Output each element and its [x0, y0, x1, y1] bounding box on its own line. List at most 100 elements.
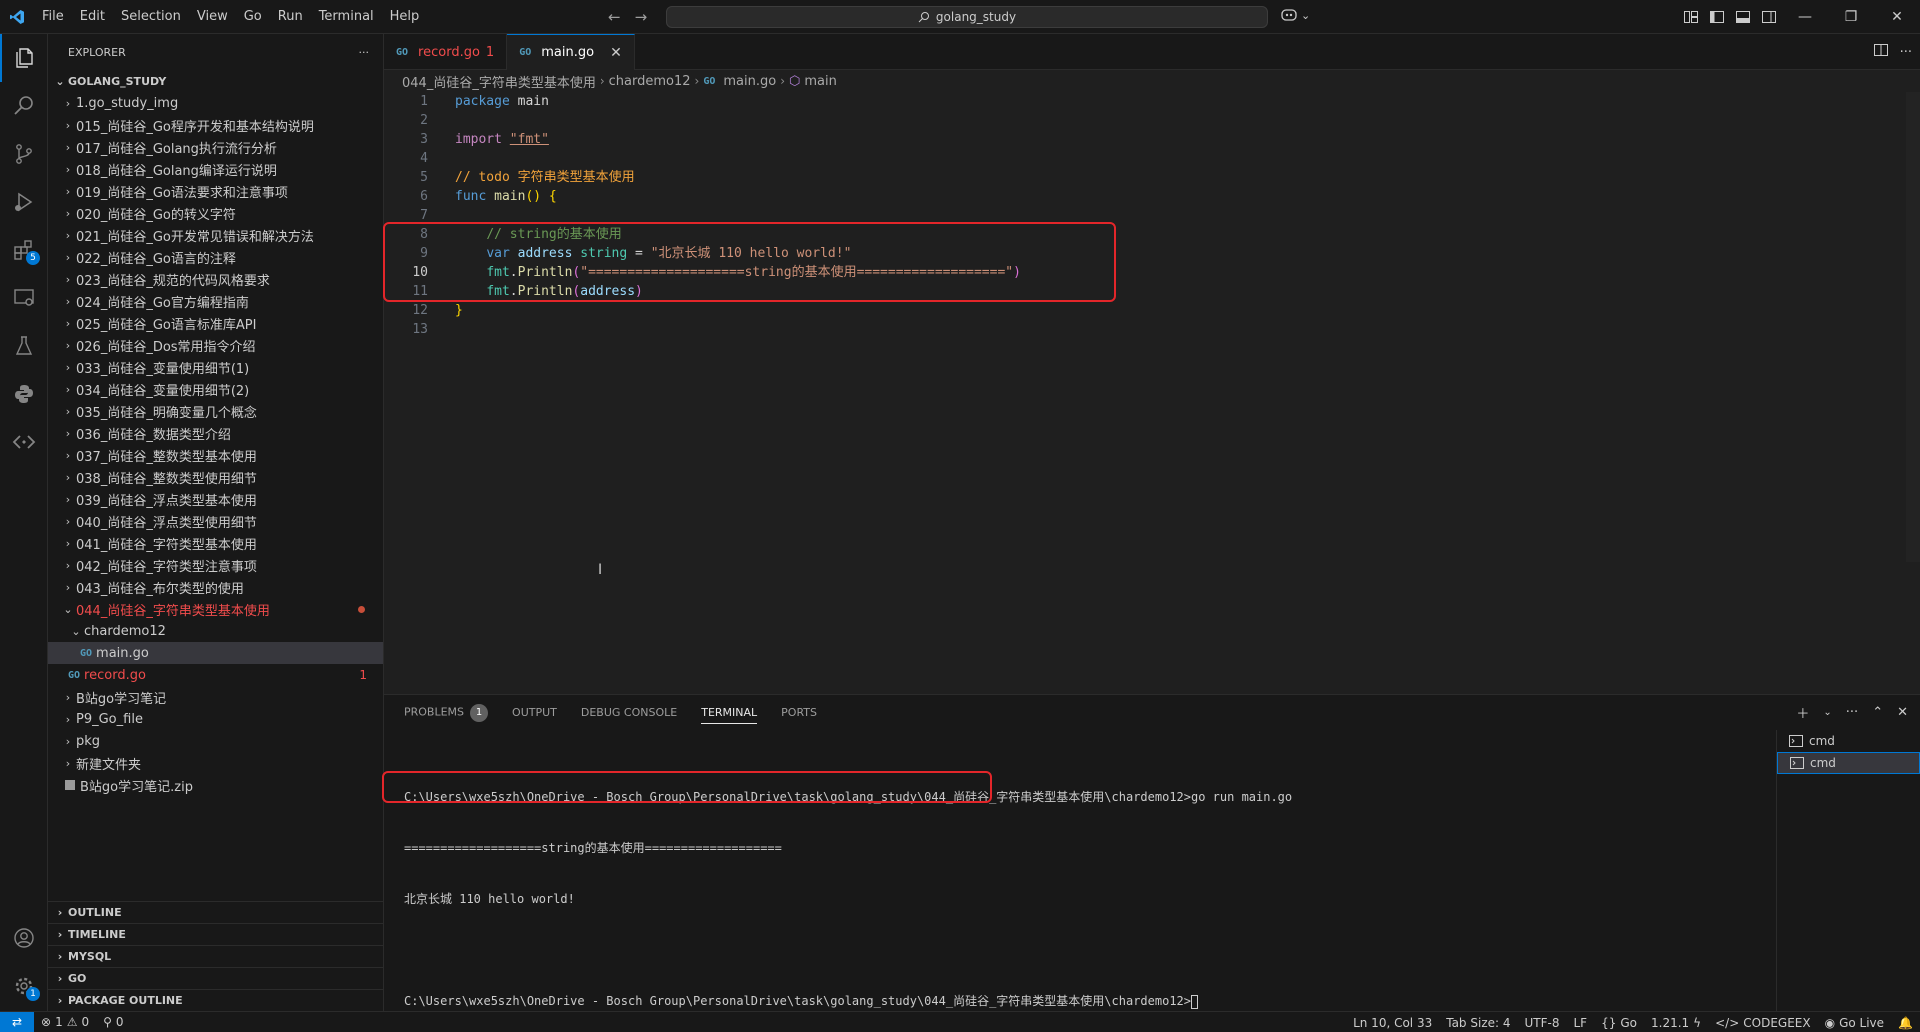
language-mode[interactable]: {} Go [1594, 1016, 1644, 1030]
toggle-secondary-sidebar-icon[interactable] [1756, 0, 1782, 34]
tree-folder[interactable]: › 1.go_study_img [48, 92, 383, 114]
menu-edit[interactable]: Edit [72, 0, 113, 34]
menu-help[interactable]: Help [382, 0, 428, 34]
tree-folder[interactable]: › 018_尚硅谷_Golang编译运行说明 [48, 158, 383, 180]
go-version[interactable]: 1.21.1 ϟ [1644, 1016, 1708, 1030]
remote-explorer-icon[interactable] [0, 274, 48, 322]
tab-ports[interactable]: PORTS [781, 706, 817, 719]
tree-folder[interactable]: › 033_尚硅谷_变量使用细节(1) [48, 356, 383, 378]
codegeex-icon[interactable] [0, 418, 48, 466]
editor-scrollbar[interactable] [1906, 92, 1920, 562]
maximize-panel-icon[interactable]: ⌃ [1872, 705, 1883, 720]
tree-folder[interactable]: › P9_Go_file [48, 708, 383, 730]
new-terminal-icon[interactable]: ＋ [1796, 703, 1809, 722]
breadcrumb-file[interactable]: main.go [723, 74, 776, 89]
menu-terminal[interactable]: Terminal [311, 0, 382, 34]
command-center-search[interactable]: golang_study [666, 6, 1268, 28]
go-live-button[interactable]: ◉ Go Live [1818, 1016, 1891, 1030]
tree-folder[interactable]: › 040_尚硅谷_浮点类型使用细节 [48, 510, 383, 532]
run-debug-icon[interactable] [0, 178, 48, 226]
more-actions-icon[interactable]: ··· [1846, 705, 1858, 720]
minimize-icon[interactable]: — [1782, 0, 1828, 34]
tree-folder[interactable]: › 019_尚硅谷_Go语法要求和注意事项 [48, 180, 383, 202]
tree-folder[interactable]: › 039_尚硅谷_浮点类型基本使用 [48, 488, 383, 510]
status-problems[interactable]: ⊗ 1 ⚠ 0 [34, 1015, 96, 1029]
forward-arrow-icon[interactable]: → [635, 8, 648, 26]
tree-folder[interactable]: › 022_尚硅谷_Go语言的注释 [48, 246, 383, 268]
tree-folder[interactable]: › 新建文件夹 [48, 752, 383, 774]
section-mysql[interactable]: › MYSQL [48, 945, 384, 967]
tab-problems[interactable]: PROBLEMS 1 [404, 703, 489, 722]
tree-folder[interactable]: › 017_尚硅谷_Golang执行流行分析 [48, 136, 383, 158]
cursor-position[interactable]: Ln 10, Col 33 [1346, 1016, 1439, 1030]
breadcrumb-symbol[interactable]: main [804, 74, 836, 89]
breadcrumb-folder[interactable]: 044_尚硅谷_字符串类型基本使用 [402, 72, 596, 91]
menu-file[interactable]: File [34, 0, 72, 34]
tree-folder[interactable]: › 038_尚硅谷_整数类型使用细节 [48, 466, 383, 488]
more-actions-icon[interactable]: ··· [1900, 45, 1912, 60]
status-ports[interactable]: ⚲ 0 [96, 1015, 130, 1029]
tab-size[interactable]: Tab Size: 4 [1439, 1016, 1517, 1030]
tree-folder-open[interactable]: ⌄ 044_尚硅谷_字符串类型基本使用 [48, 598, 383, 620]
tree-folder[interactable]: › 035_尚硅谷_明确变量几个概念 [48, 400, 383, 422]
tree-folder[interactable]: › 024_尚硅谷_Go官方编程指南 [48, 290, 383, 312]
accounts-icon[interactable] [0, 914, 48, 962]
remote-indicator-icon[interactable]: ⇄ [0, 1011, 34, 1032]
tree-subfolder[interactable]: ⌄ chardemo12 [48, 620, 383, 642]
tree-folder[interactable]: › pkg [48, 730, 383, 752]
tree-folder[interactable]: › 034_尚硅谷_变量使用细节(2) [48, 378, 383, 400]
tree-file-zip[interactable]: B站go学习笔记.zip [48, 774, 383, 796]
close-window-icon[interactable]: ✕ [1874, 0, 1920, 34]
tree-folder[interactable]: › 015_尚硅谷_Go程序开发和基本结构说明 [48, 114, 383, 136]
source-control-icon[interactable] [0, 130, 48, 178]
tree-folder[interactable]: › 020_尚硅谷_Go的转义字符 [48, 202, 383, 224]
codegeex-status[interactable]: </> CODEGEEX [1708, 1016, 1818, 1030]
toggle-sidebar-icon[interactable] [1704, 0, 1730, 34]
terminal-instance[interactable]: cmd [1777, 730, 1920, 752]
tree-folder[interactable]: › 042_尚硅谷_字符类型注意事项 [48, 554, 383, 576]
customize-layout-icon[interactable] [1678, 0, 1704, 34]
tab-output[interactable]: OUTPUT [512, 706, 557, 719]
menu-view[interactable]: View [189, 0, 236, 34]
testing-icon[interactable] [0, 322, 48, 370]
tree-folder[interactable]: › 025_尚硅谷_Go语言标准库API [48, 312, 383, 334]
terminal-instance-selected[interactable]: cmd [1777, 752, 1920, 774]
python-icon[interactable] [0, 370, 48, 418]
tab-terminal[interactable]: TERMINAL [701, 706, 758, 724]
close-panel-icon[interactable]: ✕ [1897, 705, 1908, 720]
back-arrow-icon[interactable]: ← [608, 8, 621, 26]
restore-icon[interactable]: ❐ [1828, 0, 1874, 34]
breadcrumb-subfolder[interactable]: chardemo12 [609, 74, 691, 89]
end-of-line[interactable]: LF [1566, 1016, 1594, 1030]
extensions-icon[interactable]: 5 [0, 226, 48, 274]
copilot-button[interactable]: ⌄ [1280, 8, 1310, 22]
tree-folder[interactable]: › 041_尚硅谷_字符类型基本使用 [48, 532, 383, 554]
menu-go[interactable]: Go [236, 0, 270, 34]
notifications-bell-icon[interactable]: 🔔 [1891, 1016, 1920, 1030]
tree-folder[interactable]: › B站go学习笔记 [48, 686, 383, 708]
menu-run[interactable]: Run [270, 0, 311, 34]
tree-folder[interactable]: › 026_尚硅谷_Dos常用指令介绍 [48, 334, 383, 356]
split-editor-icon[interactable] [1873, 44, 1888, 60]
chevron-down-icon[interactable]: ⌄ [1823, 707, 1831, 718]
search-icon[interactable] [0, 82, 48, 130]
tree-folder[interactable]: › 037_尚硅谷_整数类型基本使用 [48, 444, 383, 466]
tree-folder[interactable]: › 021_尚硅谷_Go开发常见错误和解决方法 [48, 224, 383, 246]
tree-folder[interactable]: › 036_尚硅谷_数据类型介绍 [48, 422, 383, 444]
more-actions-icon[interactable]: ··· [359, 46, 370, 59]
encoding[interactable]: UTF-8 [1518, 1016, 1567, 1030]
tab-record-go[interactable]: GO record.go 1 [384, 34, 508, 70]
toggle-panel-icon[interactable] [1730, 0, 1756, 34]
section-outline[interactable]: › OUTLINE [48, 901, 384, 923]
close-tab-icon[interactable]: ✕ [610, 45, 622, 61]
explorer-icon[interactable] [0, 34, 48, 82]
section-package-outline[interactable]: › PACKAGE OUTLINE [48, 989, 384, 1011]
section-go[interactable]: › GO [48, 967, 384, 989]
tree-file-record-go[interactable]: GO record.go 1 [48, 664, 383, 686]
tab-main-go[interactable]: GO main.go ✕ [507, 34, 635, 70]
tab-debug-console[interactable]: DEBUG CONSOLE [581, 706, 677, 719]
menu-selection[interactable]: Selection [113, 0, 189, 34]
section-timeline[interactable]: › TIMELINE [48, 923, 384, 945]
workspace-root[interactable]: ⌄ GOLANG_STUDY [48, 70, 383, 92]
tree-folder[interactable]: › 023_尚硅谷_规范的代码风格要求 [48, 268, 383, 290]
